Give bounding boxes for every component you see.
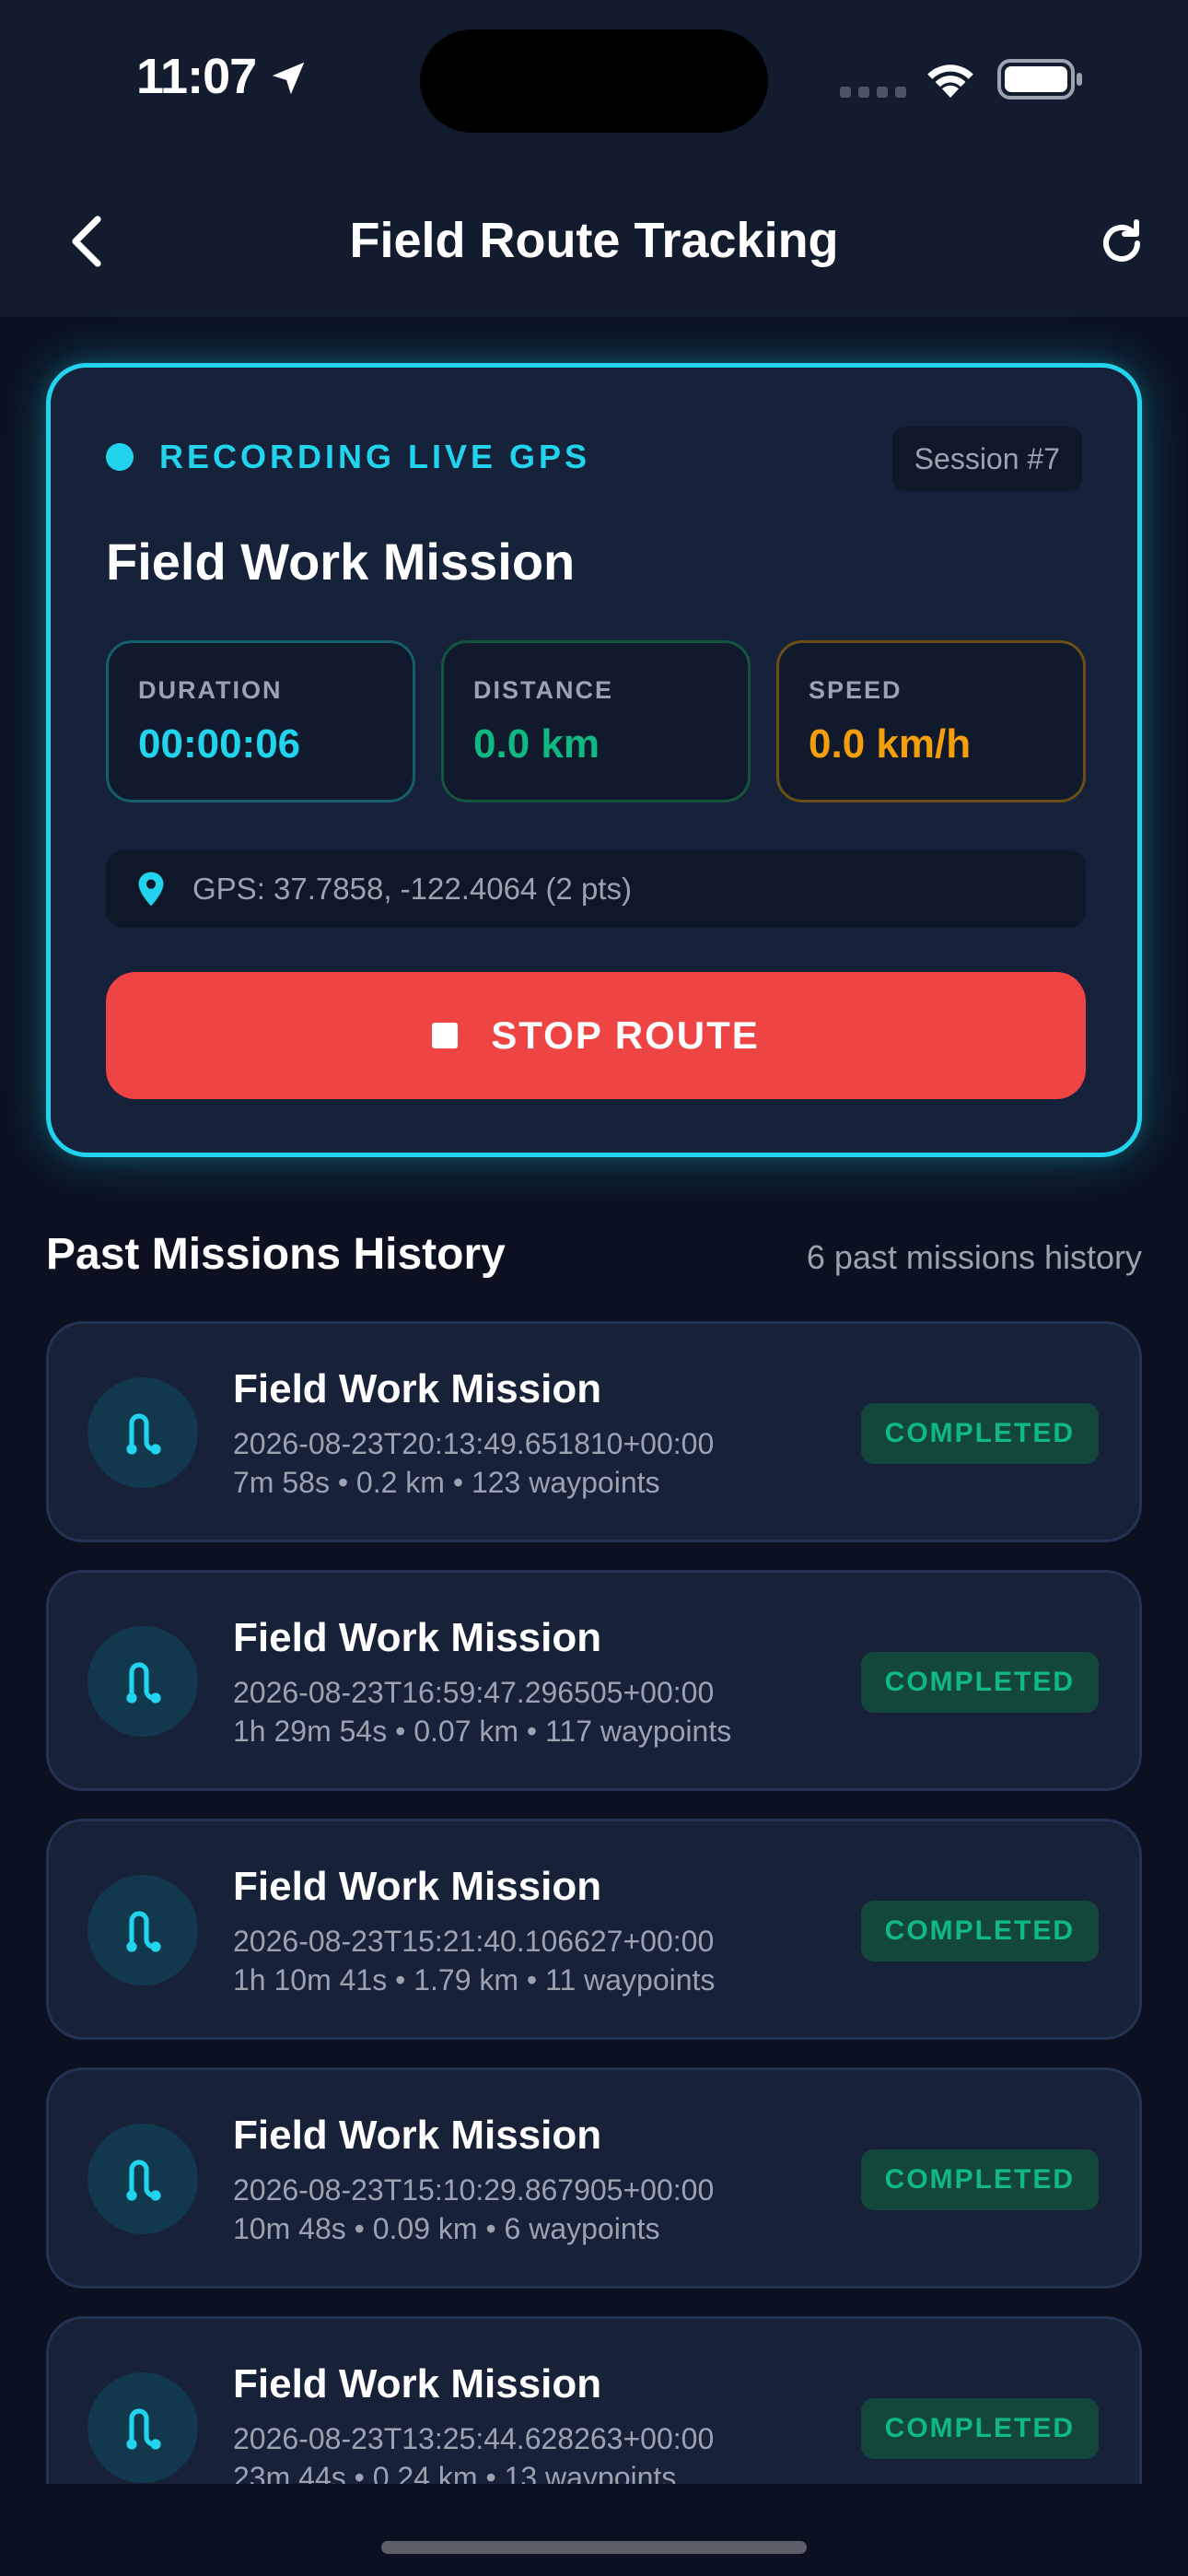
stop-route-button[interactable]: STOP ROUTE [106, 972, 1086, 1099]
cellular-signal-icon [840, 87, 906, 98]
mission-history-item[interactable]: Field Work Mission 2026-08-23T15:21:40.1… [46, 1819, 1142, 2040]
distance-value: 0.0 km [473, 721, 600, 767]
recording-card: RECORDING LIVE GPS Session #7 Field Work… [46, 363, 1142, 1157]
mission-timestamp: 2026-08-23T16:59:47.296505+00:00 [233, 1676, 715, 1709]
gps-readout: GPS: 37.7858, -122.4064 (2 pts) [106, 850, 1086, 928]
mission-timestamp: 2026-08-23T20:13:49.651810+00:00 [233, 1427, 715, 1460]
route-icon [87, 2372, 198, 2483]
mission-title: Field Work Mission [233, 1615, 602, 1660]
current-mission-title: Field Work Mission [106, 533, 576, 591]
home-indicator[interactable] [381, 2541, 807, 2554]
mission-stats: 10m 48s • 0.09 km • 6 waypoints [233, 2212, 660, 2245]
mission-timestamp: 2026-08-23T15:10:29.867905+00:00 [233, 2173, 715, 2207]
status-badge: COMPLETED [860, 2149, 1099, 2210]
navigation-bar: Field Route Tracking [0, 166, 1188, 317]
mission-timestamp: 2026-08-23T15:21:40.106627+00:00 [233, 1925, 715, 1958]
dynamic-island [420, 29, 768, 133]
route-icon [87, 1875, 198, 1985]
mission-history-item[interactable]: Field Work Mission 2026-08-23T16:59:47.2… [46, 1570, 1142, 1791]
map-pin-icon [138, 872, 164, 907]
recording-indicator-dot [106, 443, 134, 471]
mission-timestamp: 2026-08-23T13:25:44.628263+00:00 [233, 2422, 715, 2455]
status-badge: COMPLETED [860, 2398, 1099, 2459]
duration-stat: DURATION 00:00:06 [106, 640, 415, 802]
route-icon [87, 2124, 198, 2234]
page-title: Field Route Tracking [349, 213, 839, 268]
mission-title: Field Work Mission [233, 2113, 602, 2158]
history-section-title: Past Missions History [46, 1230, 506, 1279]
stop-icon [432, 1023, 459, 1048]
battery-icon [997, 59, 1082, 100]
refresh-icon [1103, 219, 1140, 262]
distance-label: DISTANCE [473, 676, 614, 704]
route-icon [87, 1377, 198, 1488]
history-count: 6 past missions history [806, 1238, 1142, 1276]
recording-status-label: RECORDING LIVE GPS [159, 438, 591, 475]
mission-title: Field Work Mission [233, 1366, 602, 1411]
refresh-button[interactable] [1083, 205, 1160, 282]
status-badge: COMPLETED [860, 1901, 1099, 1961]
mission-stats: 7m 58s • 0.2 km • 123 waypoints [233, 1466, 660, 1499]
speed-value: 0.0 km/h [809, 721, 972, 767]
stop-route-label: STOP ROUTE [491, 1013, 760, 1057]
speed-label: SPEED [809, 676, 903, 704]
status-badge: COMPLETED [860, 1652, 1099, 1713]
mission-history-item[interactable]: Field Work Mission 2026-08-23T13:25:44.6… [46, 2316, 1142, 2484]
mission-title: Field Work Mission [233, 1864, 602, 1909]
mission-history-item[interactable]: Field Work Mission 2026-08-23T20:13:49.6… [46, 1321, 1142, 1542]
speed-stat: SPEED 0.0 km/h [776, 640, 1086, 802]
wifi-icon [927, 64, 973, 98]
bottom-safe-area [0, 2484, 1188, 2576]
session-badge: Session #7 [891, 427, 1082, 491]
duration-value: 00:00:06 [138, 721, 301, 767]
status-badge: COMPLETED [860, 1403, 1099, 1464]
mission-history-list[interactable]: Field Work Mission 2026-08-23T20:13:49.6… [46, 1321, 1142, 2484]
mission-history-item[interactable]: Field Work Mission 2026-08-23T15:10:29.8… [46, 2067, 1142, 2289]
screen: 11:07 Field Route Tracking RECORDING LIV… [0, 0, 1188, 2576]
mission-title: Field Work Mission [233, 2361, 602, 2406]
mission-stats: 23m 44s • 0.24 km • 13 waypoints [233, 2461, 677, 2484]
duration-label: DURATION [138, 676, 283, 704]
mission-stats: 1h 10m 41s • 1.79 km • 11 waypoints [233, 1963, 716, 1996]
gps-coordinates: GPS: 37.7858, -122.4064 (2 pts) [192, 872, 632, 906]
status-bar: 11:07 [0, 0, 1188, 166]
distance-stat: DISTANCE 0.0 km [441, 640, 751, 802]
route-icon [87, 1626, 198, 1737]
stats-row: DURATION 00:00:06 DISTANCE 0.0 km SPEED … [106, 640, 1086, 802]
status-time: 11:07 [136, 49, 257, 104]
mission-stats: 1h 29m 54s • 0.07 km • 117 waypoints [233, 1715, 732, 1748]
location-arrow-icon [272, 62, 305, 95]
